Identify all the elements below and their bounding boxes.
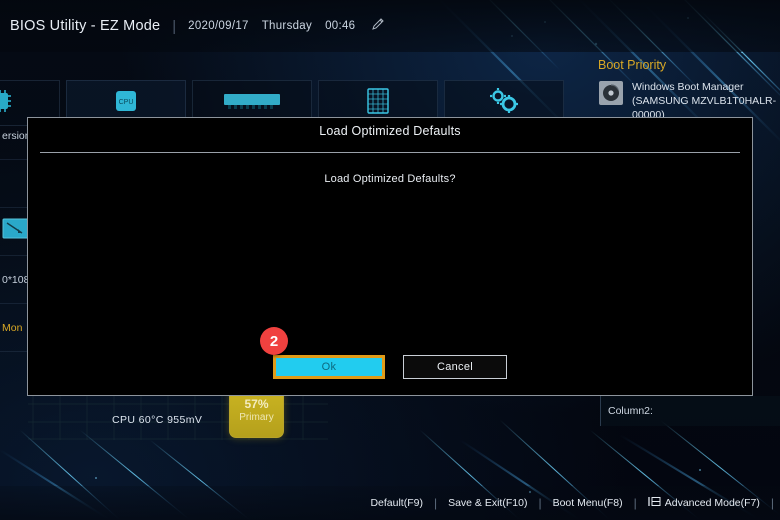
cpu-icon: CPU xyxy=(112,87,140,120)
column2-panel: Column2: xyxy=(600,396,780,426)
page-title: BIOS Utility - EZ Mode xyxy=(10,18,161,34)
boot-priority-title: Boot Priority xyxy=(598,58,667,72)
advanced-mode-icon xyxy=(648,496,661,510)
dialog-title: Load Optimized Defaults xyxy=(319,124,461,138)
dialog-button-row: 2 Ok Cancel xyxy=(28,327,752,379)
cancel-button[interactable]: Cancel xyxy=(403,355,507,379)
footer-item-advanced-mode[interactable]: Advanced Mode(F7) xyxy=(637,496,771,510)
ok-button-wrapper: 2 Ok xyxy=(260,327,385,379)
monitor-section-label: Mon xyxy=(2,321,23,334)
memory-module-icon xyxy=(223,91,281,116)
header-bar: BIOS Utility - EZ Mode | 2020/09/17 Thur… xyxy=(0,0,780,52)
fan-percent-value: 57% xyxy=(244,396,269,411)
ok-button[interactable]: Ok xyxy=(273,355,385,379)
footer-item-default[interactable]: Default(F9) xyxy=(359,497,434,509)
footer-item-boot-menu[interactable]: Boot Menu(F8) xyxy=(542,497,634,509)
footer-label-advanced-mode: Advanced Mode(F7) xyxy=(664,497,760,509)
cpu-stat-readout: CPU 60°C 955mV xyxy=(112,414,203,426)
footer-item-save-exit[interactable]: Save & Exit(F10) xyxy=(437,497,538,509)
dialog-prompt-text: Load Optimized Defaults? xyxy=(324,173,456,185)
footer-separator-4: | xyxy=(770,496,774,510)
bios-screen: BIOS Utility - EZ Mode | 2020/09/17 Thur… xyxy=(0,0,780,520)
system-date: 2020/09/17 xyxy=(188,20,249,32)
load-optimized-defaults-dialog: Load Optimized Defaults Load Optimized D… xyxy=(27,117,753,396)
system-time: 00:46 xyxy=(325,20,356,32)
footer-bar: Default(F9) | Save & Exit(F10) | Boot Me… xyxy=(0,486,780,520)
gears-icon xyxy=(486,86,522,121)
grid-icon xyxy=(365,87,391,120)
step-badge: 2 xyxy=(260,327,288,355)
boot-priority-panel: Boot Priority Windows Boot Manager (SAMS… xyxy=(598,58,780,123)
pencil-icon[interactable] xyxy=(371,17,385,36)
fan-name-label: Primary xyxy=(239,411,274,423)
svg-text:CPU: CPU xyxy=(119,99,134,106)
footer-label-default: Default(F9) xyxy=(370,497,423,509)
column2-label: Column2: xyxy=(608,405,653,417)
system-weekday: Thursday xyxy=(261,20,313,32)
hard-disk-icon xyxy=(598,80,624,111)
monitor-icon xyxy=(2,218,30,245)
dialog-divider xyxy=(40,152,740,153)
footer-label-save-exit: Save & Exit(F10) xyxy=(448,497,528,509)
footer-label-boot-menu: Boot Menu(F8) xyxy=(552,497,623,509)
header-separator: | xyxy=(172,17,177,35)
